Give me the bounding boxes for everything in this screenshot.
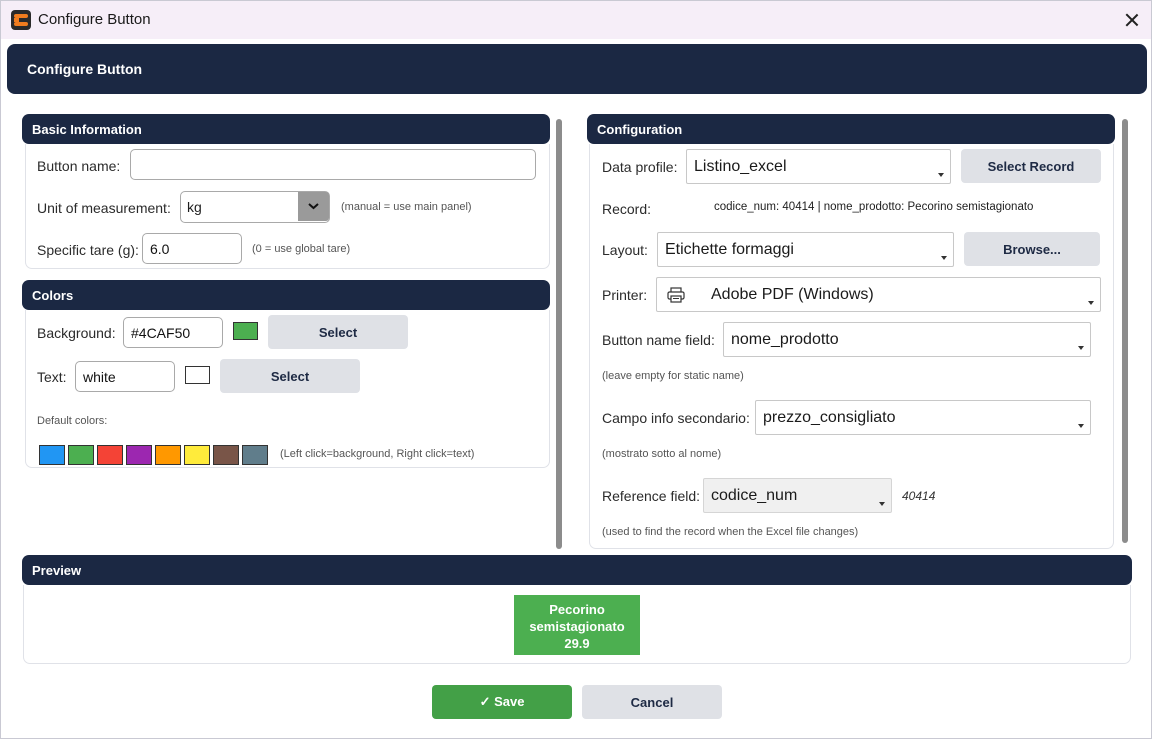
chevron-down-icon <box>308 203 319 210</box>
name-field-select[interactable]: nome_prodotto <box>723 322 1091 357</box>
name-field-hint: (leave empty for static name) <box>602 370 744 382</box>
record-value: codice_num: 40414 | nome_prodotto: Pecor… <box>714 201 1034 213</box>
button-name-input[interactable] <box>130 149 536 180</box>
background-color-input[interactable] <box>123 317 223 348</box>
info-field-select[interactable]: prezzo_consigliato <box>755 400 1091 435</box>
name-field-value: nome_prodotto <box>731 331 839 348</box>
preview-title: Preview <box>32 563 82 578</box>
palette-swatch-purple[interactable] <box>126 445 152 465</box>
preview-line-2: semistagionato <box>529 619 625 634</box>
close-icon[interactable] <box>1119 7 1145 33</box>
dropdown-caret-icon <box>1078 424 1084 428</box>
dropdown-caret-icon <box>941 256 947 260</box>
printer-value: Adobe PDF (Windows) <box>711 286 874 303</box>
unit-select[interactable]: kg <box>180 191 330 223</box>
left-scrollbar[interactable] <box>556 119 562 549</box>
data-profile-select[interactable]: Listino_excel <box>686 149 951 184</box>
cancel-button[interactable]: Cancel <box>582 685 722 719</box>
dropdown-caret-icon <box>879 502 885 506</box>
printer-icon <box>667 287 685 303</box>
button-name-label: Button name: <box>37 158 121 174</box>
window-title: Configure Button <box>38 11 151 28</box>
unit-select-value: kg <box>187 199 202 215</box>
title-bar: Configure Button <box>1 1 1151 39</box>
text-select-button[interactable]: Select <box>220 359 360 393</box>
background-select-button[interactable]: Select <box>268 315 408 349</box>
reference-field-value: codice_num <box>711 487 798 504</box>
save-button[interactable]: ✓ Save <box>432 685 572 719</box>
reference-current-value: 40414 <box>902 489 936 503</box>
reference-field-select[interactable]: codice_num <box>703 478 892 513</box>
text-color-input[interactable] <box>75 361 175 392</box>
right-scrollbar[interactable] <box>1122 119 1128 543</box>
layout-select[interactable]: Etichette formaggi <box>657 232 954 267</box>
palette-swatch-red[interactable] <box>97 445 123 465</box>
tare-input[interactable] <box>142 233 242 264</box>
tare-hint: (0 = use global tare) <box>252 243 351 255</box>
dialog-header: Configure Button <box>7 44 1147 94</box>
tare-label: Specific tare (g): <box>37 242 139 258</box>
info-field-value: prezzo_consigliato <box>763 409 896 426</box>
basic-info-header: Basic Information <box>22 114 550 144</box>
unit-dropdown-button[interactable] <box>298 192 329 221</box>
palette-swatch-gray[interactable] <box>242 445 268 465</box>
data-profile-label: Data profile: <box>602 159 678 175</box>
layout-value: Etichette formaggi <box>665 241 794 258</box>
button-preview: Pecorino semistagionato 29.9 <box>514 595 640 655</box>
configuration-title: Configuration <box>597 122 683 137</box>
background-label: Background: <box>37 325 116 341</box>
info-field-label: Campo info secondario: <box>602 410 750 426</box>
dropdown-caret-icon <box>938 173 944 177</box>
preview-line-1: Pecorino <box>549 602 605 617</box>
text-color-preview <box>185 366 210 384</box>
data-profile-value: Listino_excel <box>694 158 787 175</box>
palette-swatch-green[interactable] <box>68 445 94 465</box>
palette-swatch-brown[interactable] <box>213 445 239 465</box>
name-field-label: Button name field: <box>602 332 715 348</box>
printer-label: Printer: <box>602 287 648 303</box>
printer-select[interactable]: Adobe PDF (Windows) <box>656 277 1101 312</box>
layout-label: Layout: <box>602 242 648 258</box>
default-colors-label: Default colors: <box>37 415 108 427</box>
dialog-header-title: Configure Button <box>27 61 143 77</box>
preview-line-3: 29.9 <box>564 636 590 651</box>
info-field-hint: (mostrato sotto al nome) <box>602 448 722 460</box>
colors-header: Colors <box>22 280 550 310</box>
basic-info-title: Basic Information <box>32 122 142 137</box>
app-logo-icon <box>11 10 31 30</box>
palette-hint: (Left click=background, Right click=text… <box>280 448 475 460</box>
configuration-header: Configuration <box>587 114 1115 144</box>
colors-title: Colors <box>32 288 74 303</box>
reference-field-hint: (used to find the record when the Excel … <box>602 526 859 538</box>
unit-hint: (manual = use main panel) <box>341 201 472 213</box>
text-color-label: Text: <box>37 369 67 385</box>
dropdown-caret-icon <box>1078 346 1084 350</box>
background-color-preview <box>233 322 258 340</box>
reference-field-label: Reference field: <box>602 488 701 504</box>
record-label: Record: <box>602 201 652 217</box>
palette-swatch-orange[interactable] <box>155 445 181 465</box>
browse-button[interactable]: Browse... <box>964 232 1100 266</box>
select-record-button[interactable]: Select Record <box>961 149 1101 183</box>
dropdown-caret-icon <box>1088 301 1094 305</box>
preview-header: Preview <box>22 555 1132 585</box>
palette-swatch-yellow[interactable] <box>184 445 210 465</box>
unit-label: Unit of measurement: <box>37 200 171 216</box>
dialog-window: Configure Button Configure Button Basic … <box>0 0 1152 739</box>
palette-swatch-blue[interactable] <box>39 445 65 465</box>
